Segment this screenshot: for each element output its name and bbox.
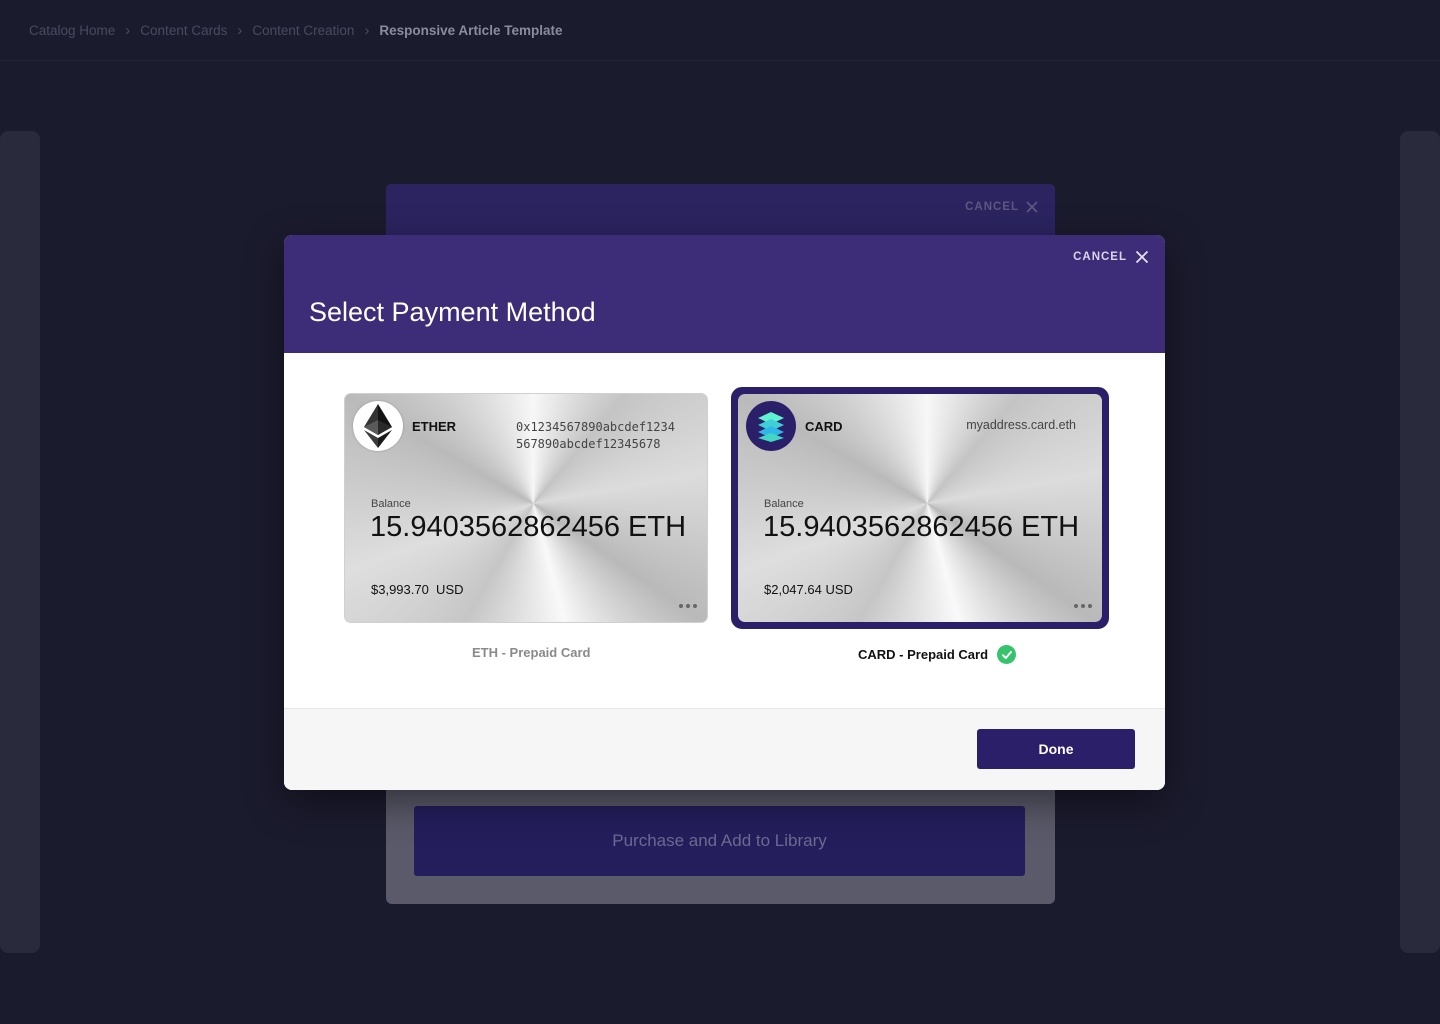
balance-value: 15.9403562862456 ETH [370,511,687,543]
breadcrumb: Catalog Home › Content Cards › Content C… [0,0,1440,61]
usd-value: $3,993.70 USD [371,582,464,597]
chevron-right-icon: › [237,21,243,39]
breadcrumb-item-catalog-home[interactable]: Catalog Home [29,23,115,38]
background-dialog-header: CANCEL [386,184,1055,238]
breadcrumb-item-content-cards[interactable]: Content Cards [140,23,227,38]
background-cancel-button: CANCEL [965,200,1039,214]
modal-header: CANCEL Select Payment Method [284,235,1165,353]
ethereum-logo-icon [353,401,403,451]
chevron-right-icon: › [125,21,131,39]
balance-value: 15.9403562862456 ETH [763,511,1080,543]
more-options-icon[interactable] [679,604,697,608]
check-circle-icon [997,645,1017,664]
more-options-icon[interactable] [1074,604,1092,608]
select-payment-modal: CANCEL Select Payment Method ETHER 0x123… [284,235,1165,790]
payment-card-ether[interactable]: ETHER 0x1234567890abcdef1234567890abcdef… [344,393,708,623]
card-layers-logo-icon [746,401,796,451]
modal-title: Select Payment Method [309,297,596,327]
cancel-label: CANCEL [1073,251,1127,263]
card-address: 0x1234567890abcdef1234567890abcdef123456… [516,420,675,451]
purchase-label: Purchase and Add to Library [612,831,827,850]
card-caption-card: CARD - Prepaid Card [858,645,1017,664]
balance-label: Balance [371,498,411,510]
caption-label: ETH - Prepaid Card [472,645,591,660]
card-name: ETHER [412,419,457,434]
selected-card-border: CARD myaddress.card.eth Balance 15.94035… [731,387,1109,629]
card-address: myaddress.card.eth [966,418,1076,432]
payment-card-card[interactable]: CARD myaddress.card.eth Balance 15.94035… [738,394,1102,622]
left-panel [0,131,40,953]
modal-footer: Done [284,708,1165,790]
background-cancel-label: CANCEL [965,201,1019,213]
card-caption-ether: ETH - Prepaid Card [472,645,590,660]
balance-label: Balance [764,498,804,510]
breadcrumb-current: Responsive Article Template [379,22,563,38]
caption-label: CARD - Prepaid Card [858,647,989,662]
close-icon [1026,201,1038,213]
chevron-right-icon: › [364,21,370,39]
close-icon [1135,250,1149,264]
breadcrumb-item-content-creation[interactable]: Content Creation [252,23,354,38]
purchase-and-add-button: Purchase and Add to Library [414,806,1025,876]
cancel-button[interactable]: CANCEL [1073,250,1149,264]
usd-value: $2,047.64 USD [764,582,853,597]
right-panel [1400,131,1440,953]
card-name: CARD [805,419,843,434]
done-button[interactable]: Done [977,729,1135,769]
